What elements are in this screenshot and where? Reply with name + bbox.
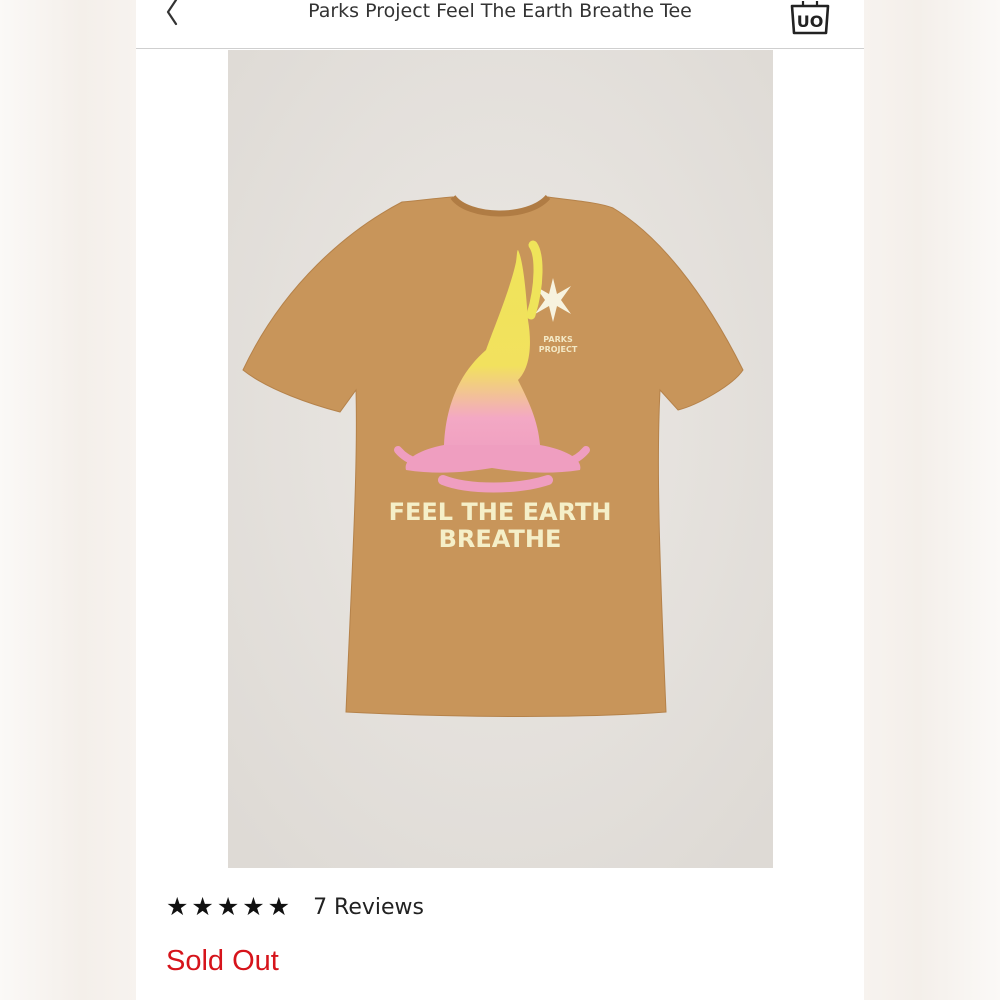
brand-line-1: PARKS [543, 335, 573, 344]
page-background-right [864, 0, 1000, 1000]
bag-logo-text: UO [797, 12, 824, 31]
rating-stars: ★★★★★ [166, 892, 294, 921]
product-image[interactable]: PARKS PROJECT FEEL THE EARTH BREATHE [228, 50, 773, 868]
page-title: Parks Project Feel The Earth Breathe Tee [308, 0, 692, 22]
slogan-line-2: BREATHE [439, 525, 562, 553]
shopping-bag-button[interactable]: UO [788, 0, 832, 36]
reviews-link[interactable]: 7 Reviews [313, 895, 424, 920]
back-button[interactable] [150, 0, 184, 30]
slogan-line-1: FEEL THE EARTH [389, 498, 612, 526]
status-sold-out: Sold Out [166, 945, 279, 977]
page-background-left [0, 0, 136, 1000]
chevron-left-icon [166, 0, 178, 26]
brand-line-2: PROJECT [539, 345, 578, 354]
tshirt-graphic: PARKS PROJECT FEEL THE EARTH BREATHE [228, 50, 773, 868]
shopping-bag-icon: UO [790, 1, 830, 35]
rating-row: ★★★★★ 7 Reviews [166, 890, 424, 924]
product-page: Parks Project Feel The Earth Breathe Tee… [136, 0, 864, 1000]
top-nav-bar: Parks Project Feel The Earth Breathe Tee… [136, 0, 864, 49]
